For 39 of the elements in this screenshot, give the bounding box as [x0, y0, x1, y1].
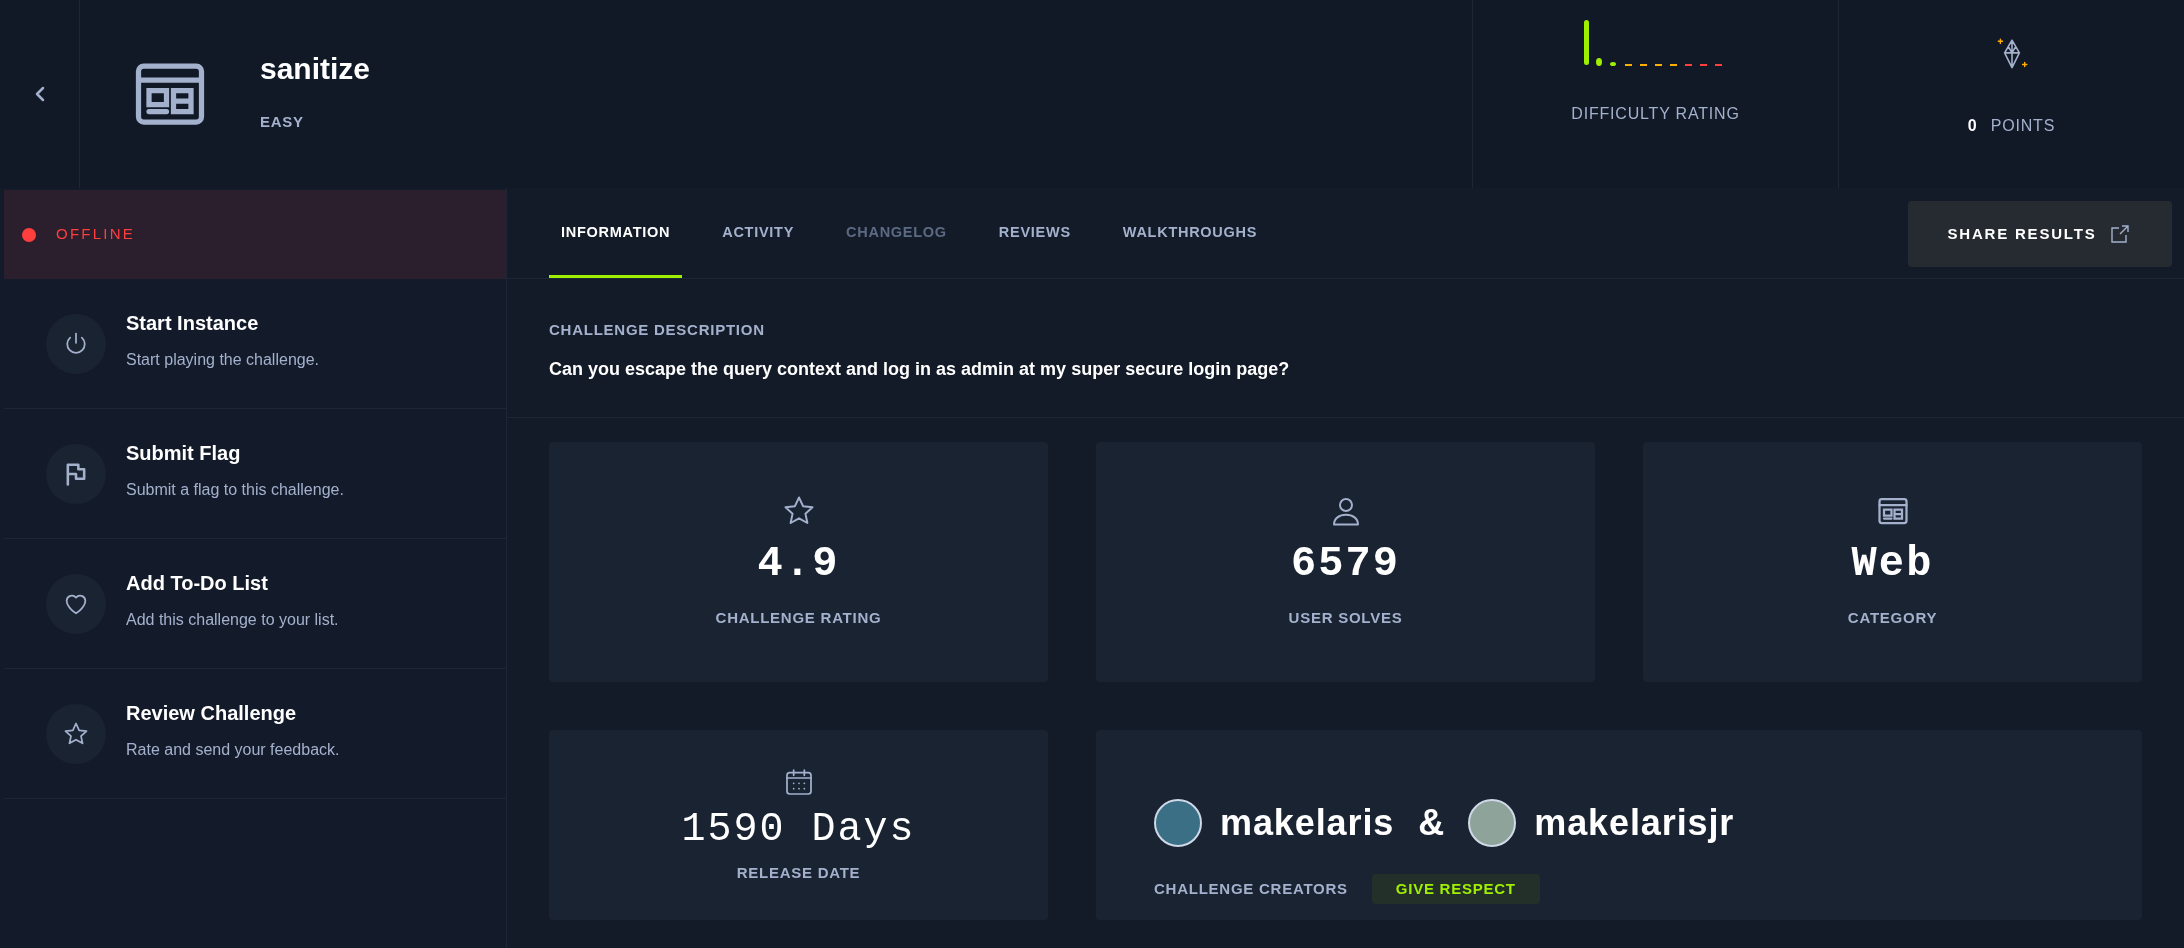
tab[interactable]: ACTIVITY — [710, 190, 807, 278]
creator-name[interactable]: makelaris — [1220, 795, 1395, 850]
action-title: Add To-Do List — [126, 570, 269, 596]
stat-label: CATEGORY — [1847, 608, 1938, 629]
tab[interactable]: REVIEWS — [986, 190, 1083, 278]
separator: & — [1418, 800, 1445, 845]
difficulty-level: EASY — [260, 113, 305, 129]
action-title: Start Instance — [126, 310, 260, 336]
tab[interactable]: INFORMATION — [549, 190, 683, 278]
stat-value: Web — [1851, 543, 1934, 586]
action-item[interactable]: Review Challenge Rate and send your feedback. — [4, 669, 506, 799]
avatar-icon — [1154, 798, 1202, 847]
stat-value: 6579 — [1290, 543, 1401, 586]
description-heading: CHALLENGE DESCRIPTION — [549, 320, 766, 340]
points-label: POINTS — [1990, 116, 2056, 136]
action-title: Submit Flag — [126, 440, 242, 466]
action-description: Start playing the challenge. — [126, 349, 319, 370]
release-label: RELEASE DATE — [736, 862, 861, 883]
stat-value: 4.9 — [757, 543, 840, 586]
points-value: 0 — [1967, 116, 1977, 136]
tab[interactable]: WALKTHROUGHS — [1110, 190, 1270, 278]
creator-name[interactable]: makelarisjr — [1534, 795, 1735, 850]
action-description: Rate and send your feedback. — [126, 739, 340, 760]
description-text: Can you escape the query context and log in as admin at my super secure login page? — [549, 357, 1291, 381]
challenge-title: sanitize — [260, 53, 371, 84]
creators-label: CHALLENGE CREATORS — [1154, 878, 1348, 899]
share-results-button[interactable]: SHARE RESULTS — [1908, 201, 2172, 267]
action-description: Submit a flag to this challenge. — [126, 479, 344, 500]
action-item[interactable]: Submit Flag Submit a flag to this challenge. — [4, 409, 506, 539]
action-item[interactable]: Start Instance Start playing the challenge. — [4, 279, 506, 409]
stat-label: USER SOLVES — [1288, 608, 1403, 629]
stat-label: CHALLENGE RATING — [715, 608, 882, 629]
give-respect-button[interactable]: GIVE RESPECT — [1371, 873, 1540, 904]
status-label: OFFLINE — [56, 224, 136, 245]
action-title: Review Challenge — [126, 700, 298, 726]
difficulty-rating-label: DIFFICULTY RATING — [1571, 104, 1740, 124]
action-item[interactable]: Add To-Do List Add this challenge to your list. — [4, 539, 506, 669]
release-value: 1590 Days — [681, 809, 916, 850]
action-description: Add this challenge to your list. — [126, 609, 339, 630]
